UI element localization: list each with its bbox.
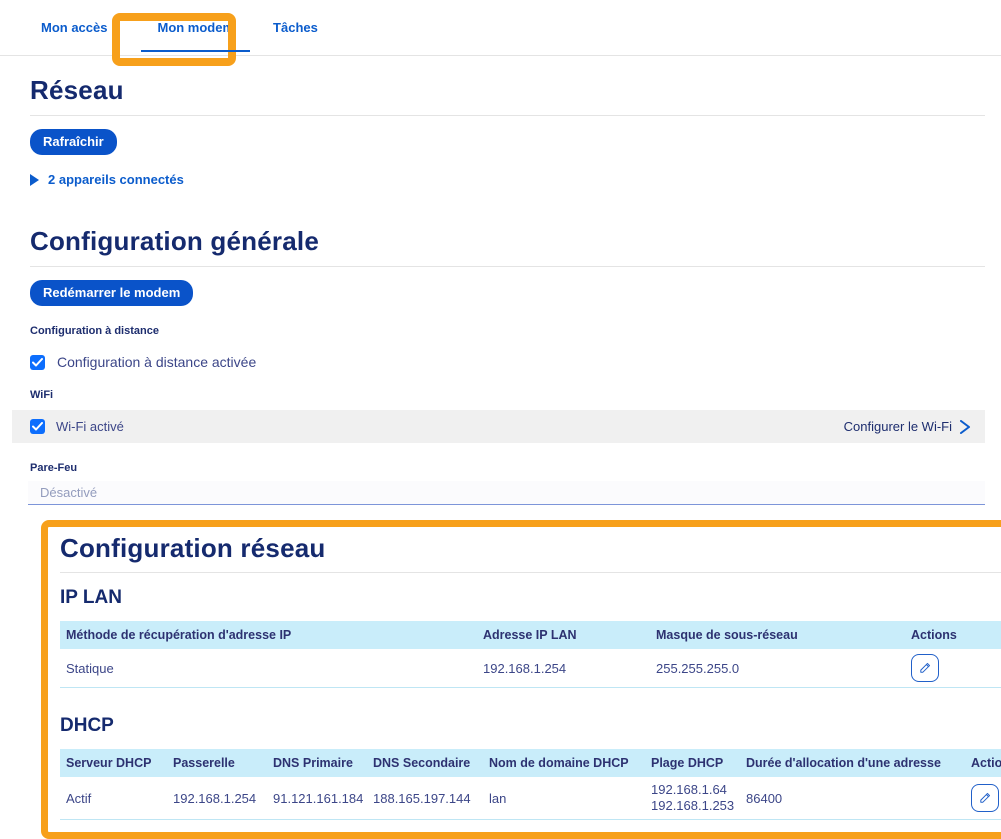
column-header: Adresse IP LAN bbox=[477, 621, 650, 649]
divider bbox=[60, 572, 1001, 573]
remote-config-checkbox-label: Configuration à distance activée bbox=[57, 354, 256, 370]
column-header: Actions bbox=[965, 749, 1001, 777]
section-title-configuration-reseau: Configuration réseau bbox=[60, 533, 1001, 564]
column-header: DNS Primaire bbox=[267, 749, 367, 777]
dhcp-range-cell: 192.168.1.64 192.168.1.253 bbox=[645, 777, 740, 820]
wifi-row: Wi-Fi activé Configurer le Wi-Fi bbox=[12, 410, 985, 443]
remote-config-row: Configuration à distance activée bbox=[30, 354, 1001, 370]
wifi-checkbox[interactable] bbox=[30, 419, 45, 434]
dhcp-domain-cell: lan bbox=[483, 777, 645, 820]
dhcp-table: Serveur DHCP Passerelle DNS Primaire DNS… bbox=[60, 749, 1001, 820]
dhcp-header-row: Serveur DHCP Passerelle DNS Primaire DNS… bbox=[60, 749, 1001, 777]
pencil-icon bbox=[978, 791, 992, 805]
divider bbox=[30, 115, 985, 116]
column-header: Passerelle bbox=[167, 749, 267, 777]
firewall-value-field: Désactivé bbox=[28, 481, 985, 505]
refresh-button[interactable]: Rafraîchir bbox=[30, 129, 117, 155]
tab-bar: Mon accès Mon modem Tâches bbox=[0, 0, 1001, 56]
dhcp-actions-cell bbox=[965, 777, 1001, 820]
edit-ip-lan-button[interactable] bbox=[911, 654, 939, 682]
section-title-reseau: Réseau bbox=[30, 75, 1001, 106]
tab-mon-modem[interactable]: Mon modem bbox=[157, 20, 234, 35]
dhcp-range-end: 192.168.1.253 bbox=[651, 798, 734, 814]
ip-lan-actions-cell bbox=[905, 649, 1001, 688]
ip-lan-address-cell: 192.168.1.254 bbox=[477, 649, 650, 688]
tab-taches[interactable]: Tâches bbox=[273, 20, 318, 35]
column-header: Actions bbox=[905, 621, 1001, 649]
remote-config-checkbox[interactable] bbox=[30, 355, 45, 370]
divider bbox=[30, 266, 985, 267]
column-header: Méthode de récupération d'adresse IP bbox=[60, 621, 477, 649]
checkmark-icon bbox=[32, 422, 43, 431]
configure-wifi-label: Configurer le Wi-Fi bbox=[844, 419, 952, 434]
wifi-label: WiFi bbox=[30, 389, 1001, 401]
wifi-checkbox-label: Wi-Fi activé bbox=[56, 419, 124, 434]
section-title-configuration-generale: Configuration générale bbox=[30, 226, 1001, 257]
tab-mon-acces[interactable]: Mon accès bbox=[41, 20, 107, 35]
ip-lan-row: Statique 192.168.1.254 255.255.255.0 bbox=[60, 649, 1001, 688]
ip-lan-header-row: Méthode de récupération d'adresse IP Adr… bbox=[60, 621, 1001, 649]
dns-secondary-cell: 188.165.197.144 bbox=[367, 777, 483, 820]
column-header: Plage DHCP bbox=[645, 749, 740, 777]
ip-lan-table: Méthode de récupération d'adresse IP Adr… bbox=[60, 621, 1001, 688]
column-header: Durée d'allocation d'une adresse bbox=[740, 749, 965, 777]
connected-devices-expander[interactable]: 2 appareils connectés bbox=[30, 172, 184, 187]
column-header: Nom de domaine DHCP bbox=[483, 749, 645, 777]
checkmark-icon bbox=[32, 358, 43, 367]
configure-wifi-link[interactable]: Configurer le Wi-Fi bbox=[844, 419, 971, 434]
column-header: Masque de sous-réseau bbox=[650, 621, 905, 649]
subsection-title-ip-lan: IP LAN bbox=[60, 587, 1001, 609]
subnet-mask-cell: 255.255.255.0 bbox=[650, 649, 905, 688]
column-header: DNS Secondaire bbox=[367, 749, 483, 777]
ip-method-cell: Statique bbox=[60, 649, 477, 688]
dhcp-server-cell: Actif bbox=[60, 777, 167, 820]
chevron-right-icon bbox=[959, 420, 971, 434]
gateway-cell: 192.168.1.254 bbox=[167, 777, 267, 820]
expander-arrow-icon bbox=[30, 174, 39, 186]
connected-devices-label: 2 appareils connectés bbox=[48, 172, 184, 187]
dhcp-row: Actif 192.168.1.254 91.121.161.184 188.1… bbox=[60, 777, 1001, 820]
dns-primary-cell: 91.121.161.184 bbox=[267, 777, 367, 820]
remote-config-label: Configuration à distance bbox=[30, 325, 1001, 337]
subsection-title-dhcp: DHCP bbox=[60, 715, 1001, 737]
dhcp-range-start: 192.168.1.64 bbox=[651, 782, 734, 798]
lease-duration-cell: 86400 bbox=[740, 777, 965, 820]
column-header: Serveur DHCP bbox=[60, 749, 167, 777]
wifi-toggle-group: Wi-Fi activé bbox=[30, 419, 124, 434]
firewall-label: Pare-Feu bbox=[30, 462, 1001, 474]
edit-dhcp-button[interactable] bbox=[971, 784, 999, 812]
restart-modem-button[interactable]: Redémarrer le modem bbox=[30, 280, 193, 306]
annotation-highlight-configuration-reseau: Configuration réseau IP LAN Méthode de r… bbox=[41, 520, 1001, 839]
pencil-icon bbox=[918, 661, 932, 675]
